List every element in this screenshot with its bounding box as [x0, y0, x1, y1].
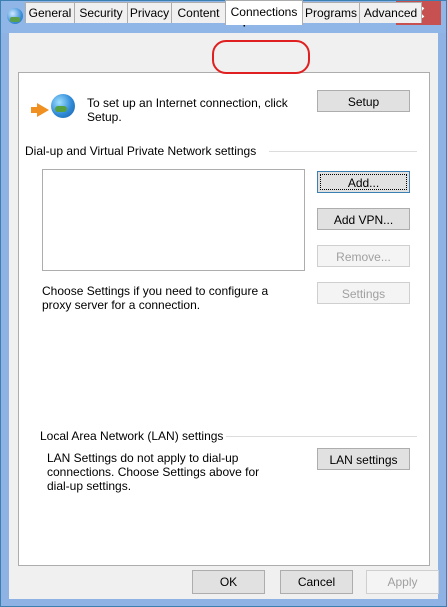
apply-button[interactable]: Apply — [366, 570, 439, 594]
dialup-group-divider — [269, 151, 417, 152]
cancel-button[interactable]: Cancel — [280, 570, 353, 594]
remove-button[interactable]: Remove... — [317, 245, 410, 267]
lan-group-label: Local Area Network (LAN) settings — [40, 429, 224, 443]
add-button[interactable]: Add... — [317, 171, 410, 193]
lan-description: LAN Settings do not apply to dial-up con… — [47, 451, 260, 493]
connections-panel: To set up an Internet connection, click … — [18, 72, 430, 566]
tab-security[interactable]: Security — [74, 2, 128, 23]
setup-description: To set up an Internet connection, click … — [87, 96, 288, 124]
tab-connections[interactable]: Connections — [225, 0, 303, 25]
lan-group-divider — [226, 436, 417, 437]
tab-programs[interactable]: Programs — [302, 2, 360, 23]
tab-advanced[interactable]: Advanced — [359, 2, 422, 23]
ok-button[interactable]: OK — [192, 570, 265, 594]
tab-privacy[interactable]: Privacy — [127, 2, 172, 23]
tab-content[interactable]: Content — [171, 2, 226, 23]
add-vpn-button[interactable]: Add VPN... — [317, 208, 410, 230]
setup-button[interactable]: Setup — [317, 90, 410, 112]
proxy-settings-description: Choose Settings if you need to configure… — [42, 284, 269, 312]
settings-button[interactable]: Settings — [317, 282, 410, 304]
dialup-group-label: Dial-up and Virtual Private Network sett… — [25, 144, 257, 158]
tab-general[interactable]: General — [25, 2, 75, 23]
lan-settings-button[interactable]: LAN settings — [317, 448, 410, 470]
network-setup-icon — [31, 94, 77, 128]
connections-listbox[interactable] — [42, 169, 305, 271]
